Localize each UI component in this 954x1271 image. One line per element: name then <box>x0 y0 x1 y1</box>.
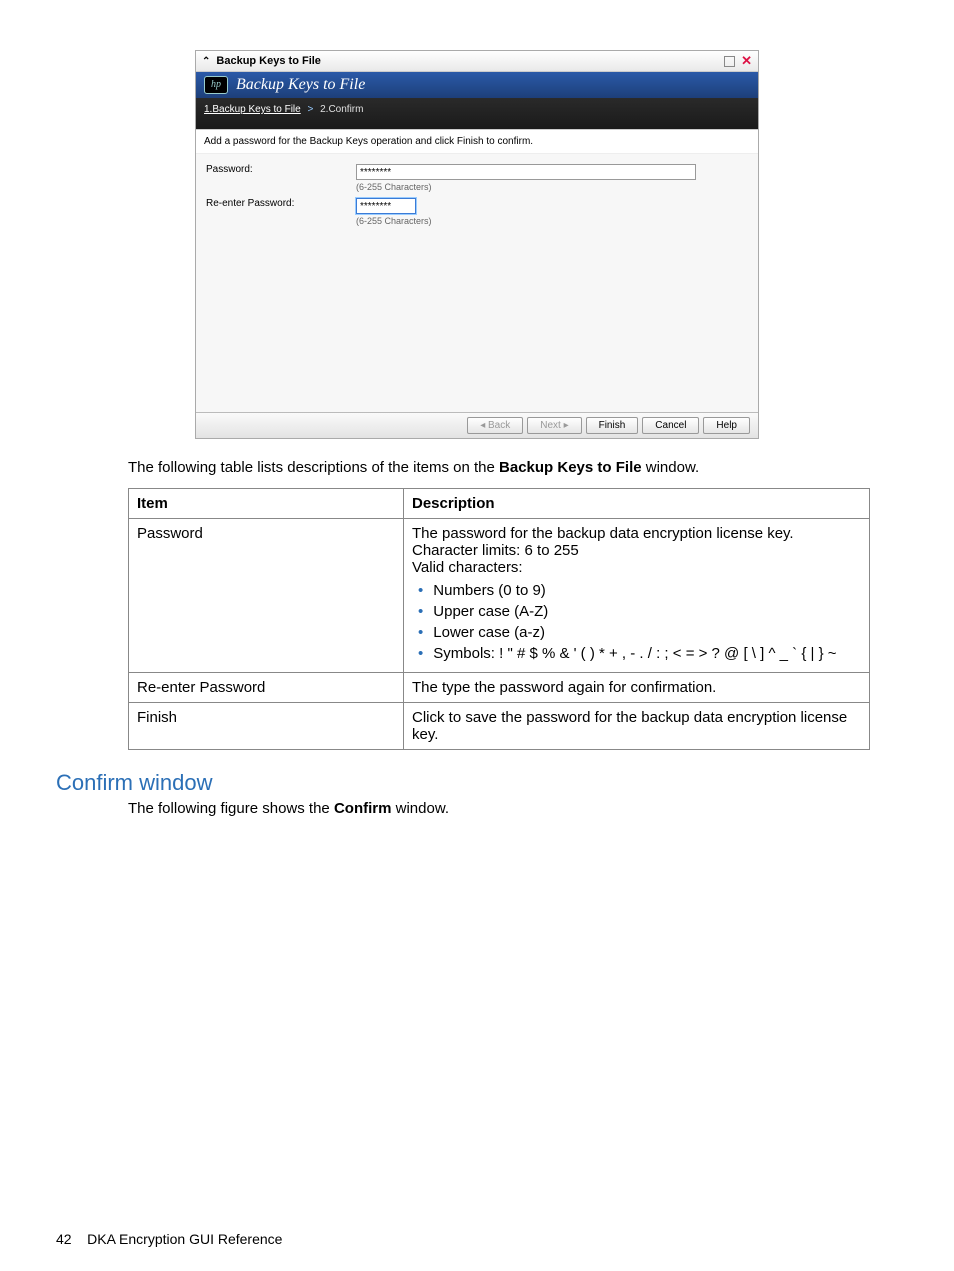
close-icon[interactable]: ✕ <box>741 53 752 69</box>
description-table: Item Description Password The password f… <box>128 488 870 750</box>
table-header-row: Item Description <box>129 489 870 519</box>
intro-2b: Confirm <box>334 800 392 817</box>
cell-desc: The type the password again for confirma… <box>404 673 870 703</box>
section-intro: The following figure shows the Confirm w… <box>128 800 826 817</box>
list-item: Symbols: ! " # $ % & ' ( ) * + , - . / :… <box>418 645 861 662</box>
finish-button[interactable]: Finish <box>586 417 639 434</box>
list-item: Upper case (A-Z) <box>418 603 861 620</box>
table-row: Finish Click to save the password for th… <box>129 703 870 750</box>
cell-item: Finish <box>129 703 404 750</box>
wizard-header: hp Backup Keys to File <box>196 72 758 98</box>
breadcrumb: 1.Backup Keys to File > 2.Confirm <box>196 98 758 129</box>
intro-2a: The following figure shows the <box>128 800 334 817</box>
intro-1b: Backup Keys to File <box>499 459 642 476</box>
wizard-window: ⌃ Backup Keys to File ✕ hp Backup Keys t… <box>195 50 759 439</box>
col-item: Item <box>129 489 404 519</box>
list-item: Lower case (a-z) <box>418 624 861 641</box>
reenter-password-label: Re-enter Password: <box>206 198 356 209</box>
help-button[interactable]: Help <box>703 417 750 434</box>
form-area: Password: (6-255 Characters) Re-enter Pa… <box>196 154 758 412</box>
crumb-sep: > <box>308 104 314 115</box>
cell-item: Re-enter Password <box>129 673 404 703</box>
button-bar: ◂ Back Next ▸ Finish Cancel Help <box>196 412 758 438</box>
reenter-password-hint: (6-255 Characters) <box>356 216 696 226</box>
password-input[interactable] <box>356 164 696 180</box>
password-hint: (6-255 Characters) <box>356 182 696 192</box>
desc-line: Valid characters: <box>412 559 861 576</box>
crumb-step1[interactable]: 1.Backup Keys to File <box>204 104 301 115</box>
back-button[interactable]: ◂ Back <box>467 417 523 434</box>
cell-item: Password <box>129 519 404 673</box>
section-heading: Confirm window <box>56 770 898 796</box>
table-row: Password The password for the backup dat… <box>129 519 870 673</box>
maximize-icon[interactable] <box>724 56 735 67</box>
table-intro: The following table lists descriptions o… <box>128 459 826 476</box>
password-label: Password: <box>206 164 356 175</box>
bullet-list: Numbers (0 to 9) Upper case (A-Z) Lower … <box>412 582 861 662</box>
list-item: Numbers (0 to 9) <box>418 582 861 599</box>
hp-logo-icon: hp <box>204 76 228 94</box>
title-bar-text: Backup Keys to File <box>216 55 321 67</box>
reenter-password-input[interactable] <box>356 198 416 214</box>
intro-2c: window. <box>391 800 449 817</box>
cell-desc: Click to save the password for the backu… <box>404 703 870 750</box>
table-row: Re-enter Password The type the password … <box>129 673 870 703</box>
cancel-button[interactable]: Cancel <box>642 417 699 434</box>
crumb-step2: 2.Confirm <box>320 104 363 115</box>
title-bar: ⌃ Backup Keys to File ✕ <box>196 51 758 72</box>
page-number: 42 <box>56 1231 72 1247</box>
collapse-icon[interactable]: ⌃ <box>202 56 210 67</box>
desc-line: The password for the backup data encrypt… <box>412 525 861 542</box>
col-description: Description <box>404 489 870 519</box>
page-footer: 42 DKA Encryption GUI Reference <box>56 1231 282 1247</box>
instruction-text: Add a password for the Backup Keys opera… <box>196 129 758 154</box>
next-button[interactable]: Next ▸ <box>527 417 581 434</box>
footer-title: DKA Encryption GUI Reference <box>87 1231 282 1247</box>
intro-1c: window. <box>642 459 700 476</box>
desc-line: Character limits: 6 to 255 <box>412 542 861 559</box>
intro-1a: The following table lists descriptions o… <box>128 459 499 476</box>
cell-desc: The password for the backup data encrypt… <box>404 519 870 673</box>
wizard-header-text: Backup Keys to File <box>236 76 365 94</box>
